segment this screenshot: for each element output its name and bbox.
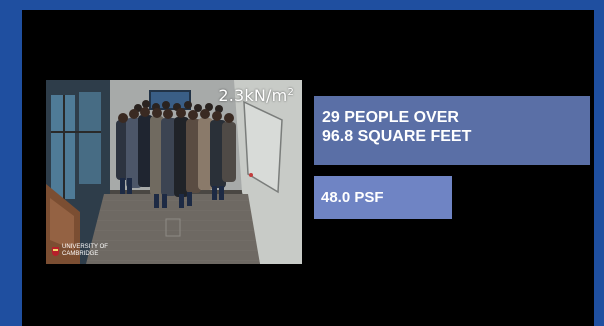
- university-logo: UNIVERSITY OF CAMBRIDGE: [52, 244, 108, 258]
- crowd-photo-graphic: [46, 80, 302, 264]
- slide-frame: 2.3kN/m2 UNIVERSITY OF CAMBRIDGE 29 PEOP…: [0, 0, 604, 326]
- load-overlay-value: 2.3kN/m: [218, 86, 288, 105]
- logo-line-1: UNIVERSITY OF: [62, 244, 108, 250]
- psf-value: 48.0 PSF: [321, 189, 384, 206]
- crowd-photo: 2.3kN/m2 UNIVERSITY OF CAMBRIDGE: [46, 80, 302, 264]
- load-overlay-exponent: 2: [287, 87, 294, 98]
- load-overlay-label: 2.3kN/m2: [218, 86, 294, 105]
- psf-box: 48.0 PSF: [314, 176, 452, 219]
- people-area-line-2: 96.8 SQUARE FEET: [322, 128, 472, 145]
- people-area-box: 29 PEOPLE OVER 96.8 SQUARE FEET: [314, 96, 590, 165]
- slide-stage: 2.3kN/m2 UNIVERSITY OF CAMBRIDGE 29 PEOP…: [22, 10, 594, 326]
- university-logo-text: UNIVERSITY OF CAMBRIDGE: [62, 244, 108, 258]
- logo-line-2: CAMBRIDGE: [62, 251, 99, 257]
- people-area-line-1: 29 PEOPLE OVER: [322, 109, 459, 126]
- crest-icon: [52, 246, 59, 256]
